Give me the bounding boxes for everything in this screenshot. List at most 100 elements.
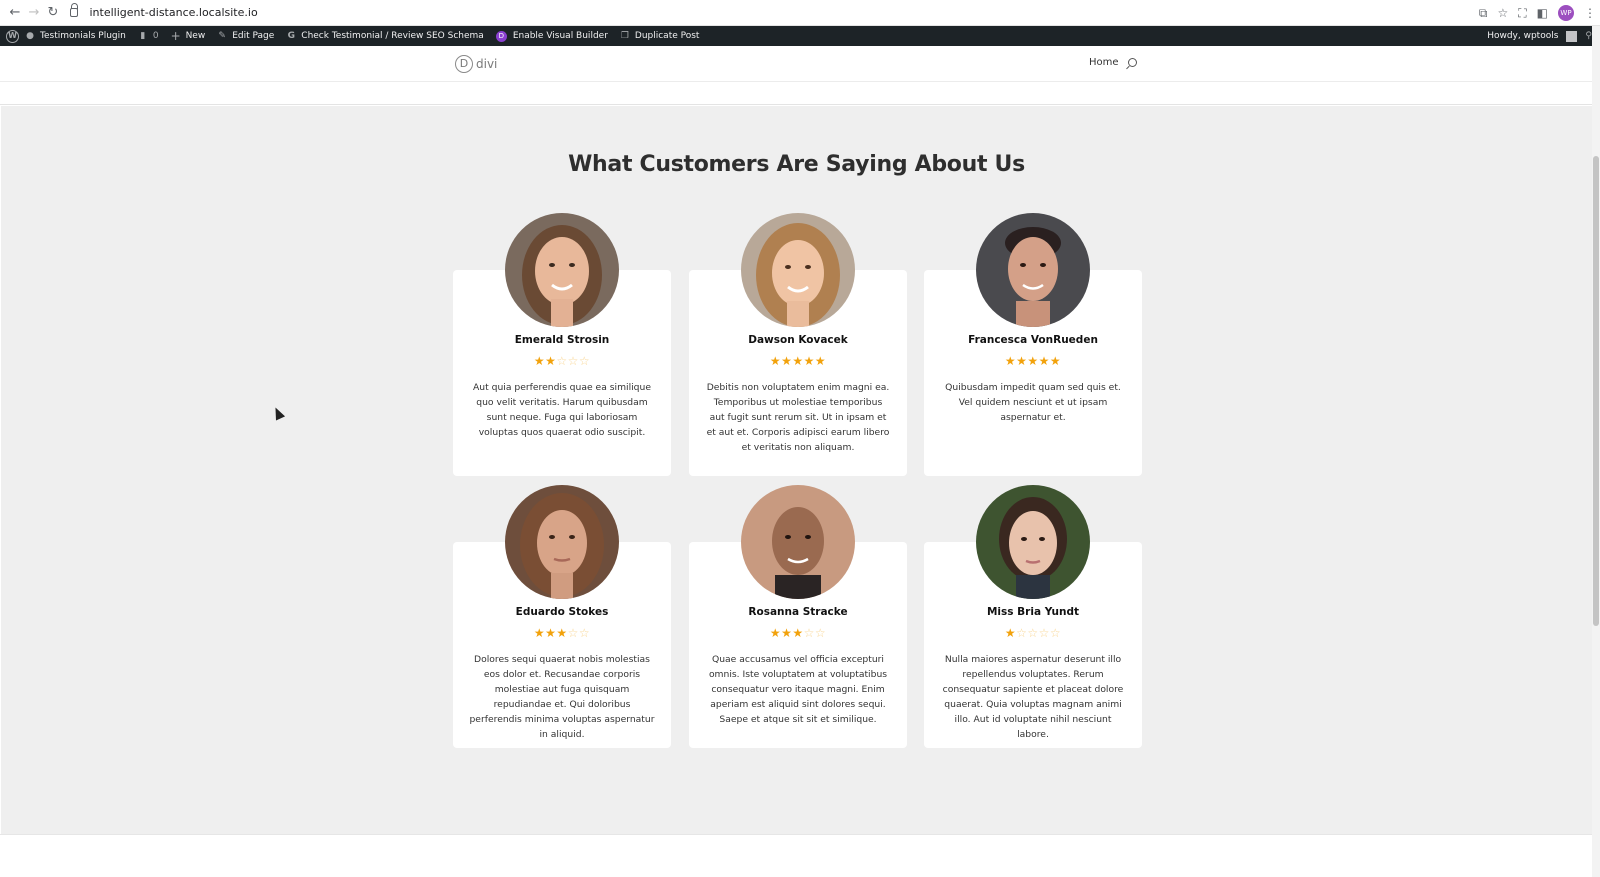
testimonial-avatar [741, 213, 855, 327]
star-filled-icon: ★ [1004, 626, 1017, 640]
address-bar[interactable]: intelligent-distance.localsite.io [70, 3, 258, 23]
admin-bar-item-label: Edit Page [232, 31, 275, 41]
footer-section [0, 834, 1592, 877]
testimonial-card: Rosanna Stracke ★★★☆☆ Quae accusamus vel… [689, 485, 907, 748]
testimonial-avatar [505, 213, 619, 327]
star-empty-icon: ☆ [814, 626, 827, 640]
testimonial-avatar [741, 485, 855, 599]
star-filled-icon: ★ [533, 626, 546, 640]
share-icon[interactable]: ⧉ [1479, 6, 1488, 21]
testimonial-card: Eduardo Stokes ★★★☆☆ Dolores sequi quaer… [453, 485, 671, 748]
star-rating: ★★★☆☆ [453, 626, 671, 640]
star-empty-icon: ☆ [1038, 626, 1050, 640]
star-empty-icon: ☆ [1016, 626, 1028, 640]
testimonial-text: Aut quia perferendis quae ea similique q… [473, 382, 651, 438]
wp-admin-bar: W ● Testimonials Plugin ▮ 0 + New ✎ Edit… [0, 26, 1600, 46]
testimonial-text: Nulla maiores aspernatur deserunt illo r… [942, 654, 1124, 740]
page-scrollbar[interactable] [1592, 26, 1600, 877]
star-filled-icon: ★ [545, 626, 557, 640]
testimonial-text: Quibusdam impedit quam sed quis et. Vel … [945, 382, 1121, 423]
star-filled-icon: ★ [803, 354, 815, 368]
star-filled-icon: ★ [545, 354, 557, 368]
star-empty-icon: ☆ [1049, 626, 1062, 640]
star-filled-icon: ★ [556, 626, 568, 640]
testimonial-card: Francesca VonRueden ★★★★★ Quibusdam impe… [924, 213, 1142, 476]
admin-bar-item-comments[interactable]: ▮ 0 [132, 26, 165, 46]
star-empty-icon: ☆ [567, 354, 579, 368]
star-empty-icon: ☆ [556, 354, 568, 368]
divi-icon: D [495, 30, 507, 42]
pencil-icon: ✎ [218, 31, 226, 41]
extensions-icon[interactable]: ⛶ [1518, 6, 1526, 21]
search-icon[interactable] [1128, 58, 1137, 67]
testimonial-avatar [505, 485, 619, 599]
admin-bar-item-label: Enable Visual Builder [512, 31, 608, 41]
admin-bar-item-visual-builder[interactable]: D Enable Visual Builder [490, 26, 614, 46]
testimonial-avatar [976, 485, 1090, 599]
sidepanel-icon[interactable]: ◧ [1537, 6, 1548, 20]
star-filled-icon: ★ [792, 626, 804, 640]
section-title: What Customers Are Saying About Us [568, 152, 1025, 177]
star-filled-icon: ★ [1016, 354, 1028, 368]
forward-arrow-icon[interactable]: → [25, 4, 43, 22]
star-filled-icon: ★ [533, 354, 546, 368]
star-filled-icon: ★ [814, 354, 827, 368]
star-rating: ★★★☆☆ [689, 626, 907, 640]
testimonial-name: Emerald Strosin [514, 334, 610, 346]
star-empty-icon: ☆ [578, 354, 591, 368]
scrollbar-thumb[interactable] [1593, 156, 1599, 626]
star-bookmark-icon[interactable]: ☆ [1497, 6, 1508, 20]
user-avatar[interactable] [1566, 30, 1578, 42]
testimonial-text: Dolores sequi quaerat nobis molestias eo… [469, 654, 655, 740]
admin-bar-item-duplicate[interactable]: ❐ Duplicate Post [614, 26, 706, 46]
admin-bar-item-seo-schema[interactable]: G Check Testimonial / Review SEO Schema [280, 26, 490, 46]
testimonial-text: Quae accusamus vel officia excepturi omn… [708, 654, 888, 725]
star-filled-icon: ★ [1038, 354, 1050, 368]
star-empty-icon: ☆ [1027, 626, 1039, 640]
star-empty-icon: ☆ [578, 626, 591, 640]
admin-bar-item-label: New [185, 31, 206, 41]
star-filled-icon: ★ [769, 354, 782, 368]
back-arrow-icon[interactable]: ← [6, 4, 24, 22]
testimonial-card: Emerald Strosin ★★☆☆☆ Aut quia perferend… [453, 213, 671, 476]
star-empty-icon: ☆ [567, 626, 579, 640]
howdy-greeting[interactable]: Howdy, wptools [1487, 31, 1558, 41]
testimonial-name: Rosanna Stracke [748, 606, 848, 618]
admin-bar-item-label: Check Testimonial / Review SEO Schema [301, 31, 484, 41]
admin-search-icon[interactable]: ⚲ [1585, 31, 1592, 41]
admin-bar-item-edit-page[interactable]: ✎ Edit Page [211, 26, 280, 46]
browser-toolbar: ← → ↻ intelligent-distance.localsite.io … [0, 0, 1600, 26]
header-spacer [0, 83, 1592, 105]
star-filled-icon: ★ [1027, 354, 1039, 368]
site-header: D divi Home [0, 46, 1592, 82]
url-text: intelligent-distance.localsite.io [89, 6, 258, 19]
star-filled-icon: ★ [792, 354, 804, 368]
star-rating: ★☆☆☆☆ [924, 626, 1142, 640]
admin-bar-item-new[interactable]: + New [165, 26, 212, 46]
star-filled-icon: ★ [781, 354, 793, 368]
admin-bar-item-site[interactable]: ● Testimonials Plugin [19, 26, 132, 46]
kebab-menu-icon[interactable]: ⋮ [1584, 6, 1596, 20]
admin-bar-item-label: Duplicate Post [634, 31, 700, 41]
site-logo[interactable]: D divi [455, 55, 497, 73]
nav-item-home[interactable]: Home [1089, 57, 1119, 68]
logo-text: divi [476, 57, 498, 71]
testimonial-card: Miss Bria Yundt ★☆☆☆☆ Nulla maiores aspe… [924, 485, 1142, 748]
reload-icon[interactable]: ↻ [44, 4, 62, 22]
testimonial-name: Miss Bria Yundt [986, 606, 1080, 618]
star-filled-icon: ★ [769, 626, 782, 640]
testimonial-avatar [976, 213, 1090, 327]
star-filled-icon: ★ [1049, 354, 1062, 368]
star-rating: ★★☆☆☆ [453, 354, 671, 368]
dashboard-icon: ● [26, 31, 34, 41]
profile-avatar[interactable]: WP [1558, 5, 1574, 21]
comment-icon: ▮ [140, 31, 146, 41]
testimonial-name: Dawson Kovacek [748, 334, 848, 346]
comment-count: 0 [152, 31, 159, 41]
plus-icon: + [170, 29, 181, 43]
star-rating: ★★★★★ [689, 354, 907, 368]
duplicate-icon: ❐ [620, 31, 629, 41]
wordpress-logo-icon[interactable]: W [6, 29, 19, 43]
testimonial-name: Francesca VonRueden [968, 334, 1098, 346]
lock-icon [70, 3, 78, 17]
